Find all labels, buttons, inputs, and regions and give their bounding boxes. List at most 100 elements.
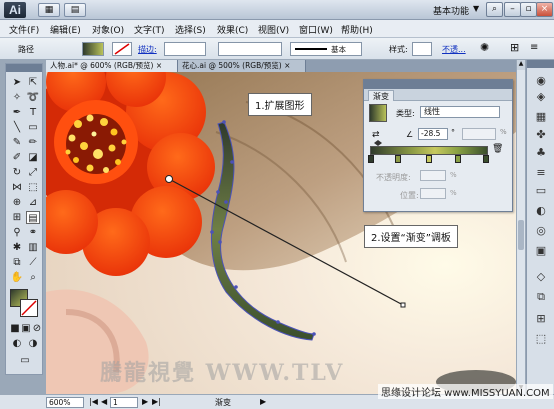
magic-wand-tool-icon[interactable]: ✧	[10, 91, 24, 104]
mesh-tool-icon[interactable]: ⊞	[10, 211, 24, 224]
stroke-color-swatch[interactable]	[20, 299, 38, 317]
stroke-link[interactable]: 描边:	[138, 44, 157, 55]
search-icon[interactable]: ⌕	[486, 2, 503, 17]
draw-normal-icon[interactable]: ◐	[10, 337, 24, 350]
scroll-up-icon[interactable]: ▲	[517, 60, 525, 70]
graphic-styles-icon[interactable]: ▣	[534, 244, 548, 257]
gradient-panel-icon[interactable]: ▭	[534, 184, 548, 197]
status-menu-icon[interactable]: ▶	[260, 397, 266, 406]
transparency-panel-icon[interactable]: ◐	[534, 204, 548, 217]
transform-panel-icon[interactable]: ⬚	[534, 332, 548, 345]
workspace-switcher[interactable]: 基本功能	[433, 4, 469, 17]
menu-type[interactable]: 文字(T)	[134, 23, 165, 36]
hand-tool-icon[interactable]: ✋	[10, 271, 24, 284]
symbols-panel-icon[interactable]: ♣	[534, 146, 548, 159]
eraser-tool-icon[interactable]: ◪	[26, 151, 40, 164]
lasso-tool-icon[interactable]: ➰	[26, 91, 40, 104]
tab-document-1[interactable]: 人物.ai* @ 600% (RGB/预览) ×	[46, 60, 178, 72]
blend-tool-icon[interactable]: ⚭	[26, 226, 40, 239]
stroke-swatch[interactable]	[112, 42, 132, 56]
screen-mode-icon[interactable]: ▭	[18, 354, 32, 367]
eyedropper-tool-icon[interactable]: ⚲	[10, 226, 24, 239]
color-guide-icon[interactable]: ◈	[534, 90, 548, 103]
menu-window[interactable]: 窗口(W)	[299, 23, 333, 36]
scroll-thumb[interactable]	[518, 220, 524, 250]
gradient-panel-header[interactable]	[364, 80, 512, 89]
line-tool-icon[interactable]: ╲	[10, 121, 24, 134]
next-page-icon[interactable]: ▶	[142, 397, 148, 406]
gradient-stop[interactable]	[483, 155, 489, 163]
align-panel-icon[interactable]: ⊞	[534, 312, 548, 325]
bridge-button[interactable]: ▦	[38, 3, 60, 17]
graphic-style-select[interactable]	[412, 42, 432, 56]
width-tool-icon[interactable]: ⋈	[10, 181, 24, 194]
swatches-panel-icon[interactable]: ▦	[534, 110, 548, 123]
free-transform-tool-icon[interactable]: ⬚	[26, 181, 40, 194]
tab-document-2[interactable]: 花心.ai @ 500% (RGB/预览) ×	[178, 60, 306, 72]
panel-menu-icon[interactable]: ≡	[530, 42, 538, 53]
fill-swatch[interactable]	[82, 42, 104, 56]
delete-stop-icon[interactable]: 🗑	[492, 144, 503, 154]
last-page-icon[interactable]: ▶|	[152, 397, 161, 406]
menu-help[interactable]: 帮助(H)	[341, 23, 373, 36]
symbol-sprayer-tool-icon[interactable]: ✱	[10, 241, 24, 254]
menu-effect[interactable]: 效果(C)	[217, 23, 248, 36]
zoom-tool-icon[interactable]: ⌕	[26, 271, 40, 284]
dock-header[interactable]	[527, 60, 554, 68]
close-icon[interactable]: ×	[284, 61, 290, 70]
gradient-start-handle[interactable]	[165, 175, 173, 183]
location-field[interactable]	[420, 188, 446, 199]
pen-tool-icon[interactable]: ✒	[10, 106, 24, 119]
shape-builder-tool-icon[interactable]: ⊕	[10, 196, 24, 209]
scale-tool-icon[interactable]: ⤢	[26, 166, 40, 179]
gradient-stop[interactable]	[426, 155, 432, 163]
gradient-stop[interactable]	[395, 155, 401, 163]
vertical-scrollbar[interactable]: ▲ ▼	[516, 60, 525, 394]
layers-panel-icon[interactable]: ◇	[534, 270, 548, 283]
gradient-end-handle[interactable]	[400, 302, 406, 308]
opacity-field[interactable]	[420, 170, 446, 181]
angle-field[interactable]: -28.5	[418, 128, 448, 140]
color-panel-icon[interactable]: ◉	[534, 74, 548, 87]
selection-tool-icon[interactable]: ➤	[10, 76, 24, 89]
close-button[interactable]: ×	[536, 2, 553, 17]
menu-object[interactable]: 对象(O)	[92, 23, 124, 36]
gradient-preview-swatch[interactable]	[369, 104, 387, 122]
close-icon[interactable]: ×	[156, 61, 162, 70]
arrange-documents-button[interactable]: ▤	[64, 3, 86, 17]
brushes-panel-icon[interactable]: ✤	[534, 128, 548, 141]
direct-selection-tool-icon[interactable]: ⇱	[26, 76, 40, 89]
gradient-tool-icon[interactable]: ▤	[26, 211, 40, 224]
gradient-slider[interactable]	[370, 146, 488, 155]
reverse-gradient-icon[interactable]: ⇄	[372, 130, 380, 140]
draw-behind-icon[interactable]: ◑	[26, 337, 40, 350]
blob-brush-tool-icon[interactable]: ✐	[10, 151, 24, 164]
menu-file[interactable]: 文件(F)	[9, 23, 39, 36]
prev-page-icon[interactable]: ◀	[101, 397, 107, 406]
artboard-tool-icon[interactable]: ⧉	[10, 256, 24, 269]
gradient-stop[interactable]	[455, 155, 461, 163]
none-mode-icon[interactable]: ⊘	[30, 322, 44, 335]
tab-gradient[interactable]: 渐变	[368, 90, 394, 101]
slice-tool-icon[interactable]: ⟋	[26, 256, 40, 269]
brush-select[interactable]: 基本	[290, 42, 362, 56]
align-icon[interactable]: ⊞	[510, 41, 519, 54]
minimize-button[interactable]: –	[504, 2, 521, 17]
recolor-icon[interactable]: ✺	[480, 41, 489, 54]
chevron-down-icon[interactable]: ▼	[473, 4, 479, 13]
stroke-panel-icon[interactable]: ≡	[534, 166, 548, 179]
appearance-panel-icon[interactable]: ◎	[534, 224, 548, 237]
gradient-stop[interactable]	[368, 155, 374, 163]
opacity-link[interactable]: 不透...	[442, 44, 466, 55]
rectangle-tool-icon[interactable]: ▭	[26, 121, 40, 134]
type-tool-icon[interactable]: T	[26, 106, 40, 119]
stroke-weight-field[interactable]	[164, 42, 206, 56]
zoom-select[interactable]: 600%	[46, 397, 84, 408]
menu-view[interactable]: 视图(V)	[258, 23, 289, 36]
menu-select[interactable]: 选择(S)	[175, 23, 206, 36]
page-select[interactable]: 1	[110, 397, 138, 408]
type-select[interactable]: 线性	[420, 106, 500, 118]
tools-panel-header[interactable]	[6, 64, 42, 72]
variable-width-select[interactable]	[218, 42, 282, 56]
pencil-tool-icon[interactable]: ✏	[26, 136, 40, 149]
